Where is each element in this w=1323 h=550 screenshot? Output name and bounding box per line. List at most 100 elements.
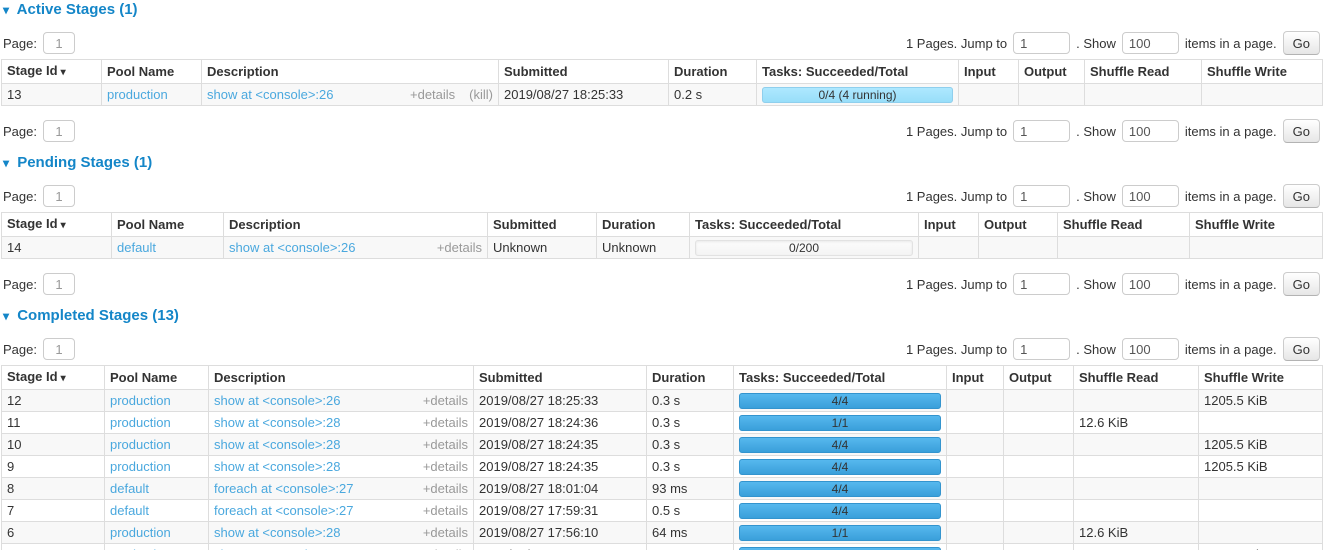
section-header[interactable]: ▾ Pending Stages (1) [3, 155, 1322, 171]
column-header-shuffle-read[interactable]: Shuffle Read [1074, 366, 1199, 390]
details-toggle[interactable]: +details [423, 459, 468, 474]
duration-cell: 0.2 s [647, 544, 734, 550]
pool-name-link[interactable]: production [110, 415, 171, 430]
description-link[interactable]: show at <console>:28 [214, 525, 340, 540]
column-header-output[interactable]: Output [1019, 60, 1085, 84]
page-number-input[interactable] [43, 338, 75, 360]
column-header-output[interactable]: Output [1004, 366, 1074, 390]
items-per-page-input[interactable] [1122, 32, 1179, 54]
page-number-input[interactable] [43, 273, 75, 295]
section-header[interactable]: ▾ Active Stages (1) [3, 2, 1322, 18]
pool-name-cell: production [102, 84, 202, 106]
pool-name-link[interactable]: production [110, 459, 171, 474]
page-number-input[interactable] [43, 185, 75, 207]
items-per-page-input[interactable] [1122, 338, 1179, 360]
column-header-shuffle-write[interactable]: Shuffle Write [1190, 213, 1323, 237]
column-header-pool-name[interactable]: Pool Name [105, 366, 209, 390]
column-header-stage-id[interactable]: Stage Id▾ [2, 60, 102, 84]
pool-name-link[interactable]: production [110, 437, 171, 452]
go-button[interactable]: Go [1283, 272, 1320, 296]
jump-to-page-input[interactable] [1013, 273, 1070, 295]
details-toggle[interactable]: +details [423, 415, 468, 430]
description-extra: +details [423, 393, 468, 408]
collapse-arrow-icon: ▾ [3, 3, 9, 17]
pages-count-text: 1 Pages. Jump to [906, 277, 1007, 292]
column-header-output[interactable]: Output [979, 213, 1058, 237]
page-number-input[interactable] [43, 120, 75, 142]
column-header-tasks-succeeded-total[interactable]: Tasks: Succeeded/Total [690, 213, 919, 237]
pagination-right: 1 Pages. Jump to . Show items in a page.… [906, 119, 1322, 143]
details-toggle[interactable]: +details [423, 525, 468, 540]
pool-name-link[interactable]: production [107, 87, 168, 102]
details-toggle[interactable]: +details [423, 481, 468, 496]
go-button[interactable]: Go [1283, 184, 1320, 208]
column-header-shuffle-write[interactable]: Shuffle Write [1199, 366, 1323, 390]
items-per-page-input[interactable] [1122, 185, 1179, 207]
section-title-text: Active Stages (1) [17, 1, 138, 18]
column-header-pool-name[interactable]: Pool Name [112, 213, 224, 237]
tasks-progress-bar: 0/200 [695, 240, 913, 256]
output-cell [1004, 412, 1074, 434]
description-link[interactable]: show at <console>:28 [214, 437, 340, 452]
section-header[interactable]: ▾ Completed Stages (13) [3, 308, 1322, 324]
description-link[interactable]: show at <console>:26 [214, 393, 340, 408]
column-header-shuffle-read[interactable]: Shuffle Read [1085, 60, 1202, 84]
column-header-description[interactable]: Description [202, 60, 499, 84]
stage-id-cell: 14 [2, 237, 112, 259]
column-header-pool-name[interactable]: Pool Name [102, 60, 202, 84]
page-number-input[interactable] [43, 32, 75, 54]
jump-to-page-input[interactable] [1013, 185, 1070, 207]
kill-link[interactable]: (kill) [469, 87, 493, 102]
output-cell [1004, 522, 1074, 544]
pool-name-link[interactable]: production [110, 393, 171, 408]
description-link[interactable]: show at <console>:26 [229, 240, 355, 255]
column-header-duration[interactable]: Duration [669, 60, 757, 84]
column-header-tasks-succeeded-total[interactable]: Tasks: Succeeded/Total [734, 366, 947, 390]
go-button[interactable]: Go [1283, 119, 1320, 143]
column-header-input[interactable]: Input [959, 60, 1019, 84]
pool-name-link[interactable]: production [110, 525, 171, 540]
column-header-shuffle-write[interactable]: Shuffle Write [1202, 60, 1323, 84]
go-button[interactable]: Go [1283, 31, 1320, 55]
jump-to-page-input[interactable] [1013, 338, 1070, 360]
input-cell [947, 456, 1004, 478]
column-header-input[interactable]: Input [919, 213, 979, 237]
pool-name-cell: production [105, 456, 209, 478]
column-header-description[interactable]: Description [224, 213, 488, 237]
column-header-submitted[interactable]: Submitted [488, 213, 597, 237]
column-header-label: Input [924, 217, 956, 232]
pages-count-text: 1 Pages. Jump to [906, 342, 1007, 357]
column-header-description[interactable]: Description [209, 366, 474, 390]
pool-name-link[interactable]: default [117, 240, 156, 255]
go-button[interactable]: Go [1283, 337, 1320, 361]
description-link[interactable]: show at <console>:28 [214, 459, 340, 474]
column-header-input[interactable]: Input [947, 366, 1004, 390]
column-header-duration[interactable]: Duration [597, 213, 690, 237]
details-toggle[interactable]: +details [410, 87, 455, 102]
pool-name-link[interactable]: default [110, 503, 149, 518]
jump-to-page-input[interactable] [1013, 32, 1070, 54]
description-extra: +details (kill) [410, 87, 493, 102]
details-toggle[interactable]: +details [437, 240, 482, 255]
column-header-stage-id[interactable]: Stage Id▾ [2, 213, 112, 237]
description-cell: +details show at <console>:28 [209, 456, 474, 478]
tasks-cell: 4/4 [734, 456, 947, 478]
column-header-tasks-succeeded-total[interactable]: Tasks: Succeeded/Total [757, 60, 959, 84]
description-link[interactable]: show at <console>:26 [207, 87, 333, 102]
column-header-submitted[interactable]: Submitted [474, 366, 647, 390]
details-toggle[interactable]: +details [423, 393, 468, 408]
details-toggle[interactable]: +details [423, 437, 468, 452]
column-header-duration[interactable]: Duration [647, 366, 734, 390]
column-header-stage-id[interactable]: Stage Id▾ [2, 366, 105, 390]
column-header-submitted[interactable]: Submitted [499, 60, 669, 84]
details-toggle[interactable]: +details [423, 503, 468, 518]
items-per-page-input[interactable] [1122, 273, 1179, 295]
description-link[interactable]: foreach at <console>:27 [214, 503, 354, 518]
description-link[interactable]: show at <console>:28 [214, 415, 340, 430]
jump-to-page-input[interactable] [1013, 120, 1070, 142]
pool-name-link[interactable]: default [110, 481, 149, 496]
column-header-shuffle-read[interactable]: Shuffle Read [1058, 213, 1190, 237]
description-link[interactable]: foreach at <console>:27 [214, 481, 354, 496]
items-per-page-input[interactable] [1122, 120, 1179, 142]
duration-cell: 93 ms [647, 478, 734, 500]
